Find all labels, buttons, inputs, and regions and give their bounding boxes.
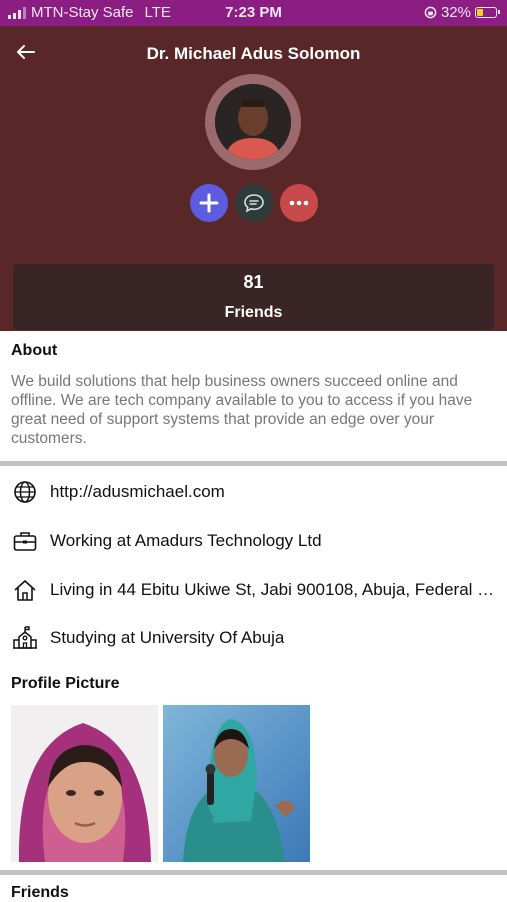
add-friend-button[interactable]: [189, 184, 228, 222]
friends-heading: Friends: [11, 884, 69, 901]
website-row[interactable]: http://adusmichael.com: [12, 479, 497, 505]
about-heading: About: [11, 342, 58, 359]
orientation-lock-icon: [424, 6, 437, 19]
more-options-button[interactable]: [279, 184, 318, 222]
status-right: 32%: [424, 4, 500, 21]
avatar-photo: [215, 84, 291, 160]
message-button[interactable]: [234, 184, 273, 222]
living-text: Living in 44 Ebitu Ukiwe St, Jabi 900108…: [50, 580, 495, 599]
profile-header: Dr. Michael Adus Solomon 81 Friends: [0, 26, 507, 331]
living-row: Living in 44 Ebitu Ukiwe St, Jabi 900108…: [12, 577, 497, 603]
section-divider: [0, 870, 507, 875]
profile-picture-heading: Profile Picture: [11, 675, 120, 692]
study-text: Studying at University Of Abuja: [50, 628, 285, 647]
about-text: We build solutions that help business ow…: [11, 373, 473, 447]
profile-photo[interactable]: [163, 705, 310, 862]
friends-counter[interactable]: 81 Friends: [13, 264, 494, 330]
profile-name: Dr. Michael Adus Solomon: [146, 44, 361, 63]
battery-icon: [475, 7, 500, 18]
friends-label: Friends: [224, 304, 283, 321]
chat-bubble-icon: [243, 194, 264, 213]
globe-icon: [14, 481, 36, 503]
briefcase-icon: [13, 532, 37, 551]
school-icon: [13, 626, 37, 649]
battery-percent: 32%: [440, 4, 471, 21]
work-row: Working at Amadurs Technology Ltd: [12, 528, 497, 554]
profile-photo[interactable]: [11, 705, 158, 862]
more-dots-icon: [289, 200, 308, 206]
plus-icon: [199, 193, 218, 213]
status-bar: MTN-Stay Safe LTE 7:23 PM 32%: [0, 0, 507, 26]
friends-count: 81: [243, 272, 264, 292]
section-divider: [0, 461, 507, 466]
work-text: Working at Amadurs Technology Ltd: [50, 531, 322, 550]
action-buttons: [0, 184, 507, 222]
study-row: Studying at University Of Abuja: [12, 625, 497, 651]
avatar[interactable]: [205, 74, 301, 170]
website-link[interactable]: http://adusmichael.com: [50, 482, 225, 502]
home-icon: [14, 580, 36, 601]
